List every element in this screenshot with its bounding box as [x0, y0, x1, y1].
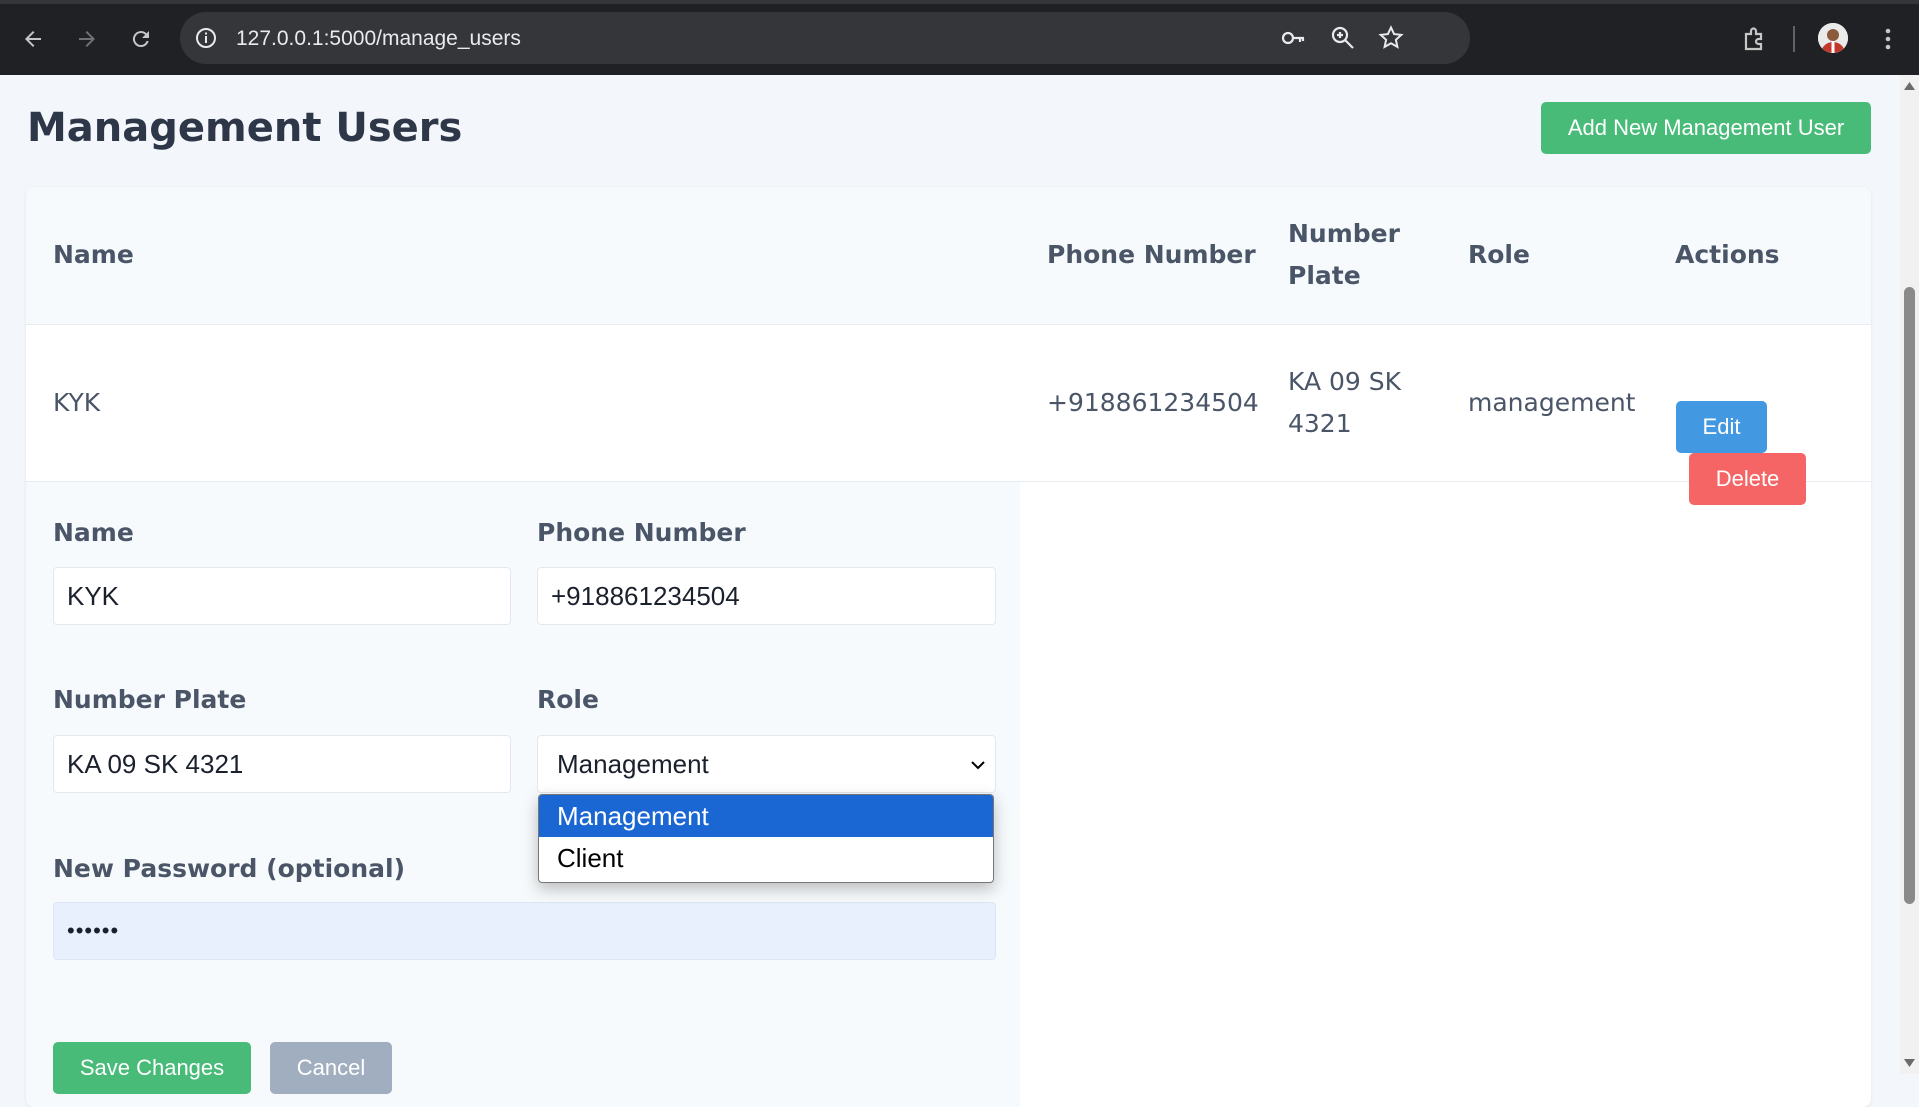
table-row: KYK +918861234504 KA 09 SK 4321 manageme… — [26, 325, 1871, 482]
scroll-down-arrow-icon[interactable] — [1904, 1058, 1915, 1068]
name-label: Name — [53, 518, 134, 547]
column-header-actions: Actions — [1675, 240, 1780, 269]
bookmark-star-icon[interactable] — [1378, 25, 1404, 51]
delete-button[interactable]: Delete — [1689, 453, 1806, 505]
browser-toolbar: 127.0.0.1:5000/manage_users — [0, 0, 1919, 75]
menu-dots-icon[interactable] — [1874, 25, 1902, 53]
column-header-role: Role — [1468, 240, 1530, 269]
column-header-name: Name — [53, 240, 134, 269]
cell-plate-line2: 4321 — [1288, 409, 1352, 438]
column-header-plate-line2: Plate — [1288, 261, 1361, 290]
plate-label: Number Plate — [53, 685, 247, 714]
scroll-up-arrow-icon[interactable] — [1904, 81, 1915, 91]
save-changes-button[interactable]: Save Changes — [53, 1042, 251, 1094]
role-select-value: Management — [557, 749, 709, 779]
reload-icon[interactable] — [124, 22, 158, 56]
page-scrollbar[interactable] — [1900, 75, 1919, 1074]
back-icon[interactable] — [16, 22, 50, 56]
cell-name: KYK — [53, 388, 101, 417]
scrollbar-thumb[interactable] — [1904, 287, 1915, 904]
forward-icon[interactable] — [70, 22, 104, 56]
page-content: Management Users Add New Management User… — [0, 75, 1900, 1107]
page-title: Management Users — [27, 105, 463, 151]
extensions-icon[interactable] — [1740, 25, 1768, 53]
phone-label: Phone Number — [537, 518, 746, 547]
column-header-phone: Phone Number — [1047, 240, 1256, 269]
profile-avatar[interactable] — [1818, 23, 1848, 53]
edit-button[interactable]: Edit — [1676, 401, 1767, 453]
cancel-button[interactable]: Cancel — [270, 1042, 392, 1094]
role-label: Role — [537, 685, 599, 714]
zoom-icon[interactable] — [1330, 25, 1356, 51]
plate-field[interactable]: KA 09 SK 4321 — [53, 735, 511, 793]
role-select[interactable]: Management — [537, 735, 996, 793]
users-table-card: Name Phone Number Number Plate Role Acti… — [26, 187, 1871, 1107]
table-header: Name Phone Number Number Plate Role Acti… — [26, 187, 1871, 325]
role-option-client[interactable]: Client — [539, 837, 993, 879]
site-info-icon[interactable] — [194, 26, 218, 50]
chevron-down-icon — [971, 761, 985, 770]
add-management-user-button[interactable]: Add New Management User — [1541, 102, 1871, 154]
name-field[interactable]: KYK — [53, 567, 511, 625]
column-header-plate-line1: Number — [1288, 219, 1400, 248]
role-dropdown-list: Management Client — [538, 794, 994, 883]
password-label: New Password (optional) — [53, 854, 406, 883]
url-text[interactable]: 127.0.0.1:5000/manage_users — [236, 27, 521, 51]
toolbar-divider — [1793, 26, 1795, 52]
role-option-management[interactable]: Management — [539, 795, 993, 837]
password-key-icon[interactable] — [1280, 25, 1306, 51]
cell-phone: +918861234504 — [1047, 388, 1259, 417]
address-bar[interactable]: 127.0.0.1:5000/manage_users — [180, 12, 1470, 64]
cell-role: management — [1468, 388, 1636, 417]
phone-field[interactable]: +918861234504 — [537, 567, 996, 625]
password-field[interactable]: •••••• — [53, 902, 996, 960]
cell-plate-line1: KA 09 SK — [1288, 367, 1402, 396]
